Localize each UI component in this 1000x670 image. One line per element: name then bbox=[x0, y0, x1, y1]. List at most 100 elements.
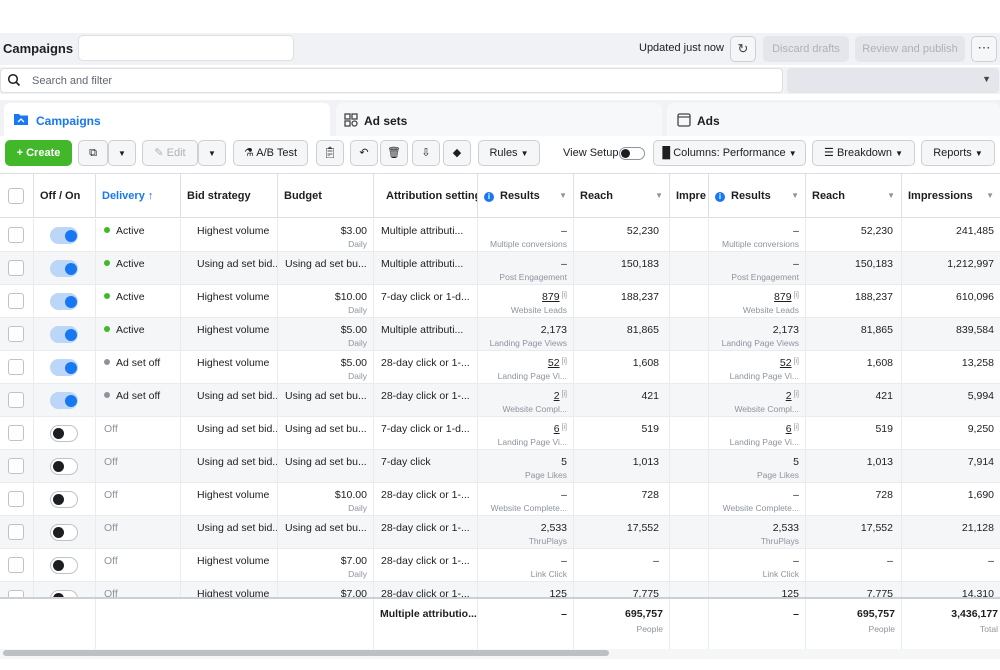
delivery-status: Off bbox=[104, 522, 118, 534]
results-2-cell-number[interactable]: 879 bbox=[774, 291, 792, 303]
select-cell bbox=[0, 219, 34, 252]
table-row[interactable]: Off Using ad set bid... Using ad set bu...… bbox=[0, 516, 1000, 549]
on-off-toggle[interactable] bbox=[50, 260, 78, 277]
results-2-cell-value: 5 bbox=[793, 456, 799, 468]
row-checkbox[interactable] bbox=[8, 458, 24, 474]
refresh-button[interactable]: ↻ bbox=[730, 36, 756, 62]
row-checkbox[interactable] bbox=[8, 326, 24, 342]
results-2-cell-number: – bbox=[793, 258, 799, 270]
results-cell-type: ThruPlays bbox=[528, 536, 567, 546]
table-row[interactable]: Off Highest volume $10.00 Daily 28-day click… bbox=[0, 483, 1000, 516]
on-off-toggle[interactable] bbox=[50, 227, 78, 244]
table-row[interactable]: Active Highest volume $10.00 Daily 7-day cli… bbox=[0, 285, 1000, 318]
create-button[interactable]: + Create bbox=[5, 140, 72, 166]
col-impressions[interactable]: Impressions ▼ bbox=[902, 174, 1000, 218]
scrollbar-thumb[interactable] bbox=[3, 650, 609, 656]
col-results-2[interactable]: i Results ▼ bbox=[709, 174, 806, 218]
horizontal-scrollbar[interactable] bbox=[0, 649, 1000, 659]
on-off-toggle[interactable] bbox=[50, 359, 78, 376]
view-setup-toggle[interactable] bbox=[619, 147, 645, 160]
edit-button[interactable]: ✎ Edit bbox=[142, 140, 198, 166]
more-options-button[interactable]: ⋯ bbox=[971, 36, 997, 62]
search-input[interactable]: Search and filter bbox=[0, 68, 783, 93]
row-checkbox[interactable] bbox=[8, 590, 24, 597]
col-reach[interactable]: Reach ▼ bbox=[574, 174, 670, 218]
row-checkbox[interactable] bbox=[8, 491, 24, 507]
row-checkbox[interactable] bbox=[8, 557, 24, 573]
results-2-cell: 5 Page Likes bbox=[709, 450, 806, 483]
col-delivery[interactable]: Delivery ↑ bbox=[96, 174, 181, 218]
row-checkbox[interactable] bbox=[8, 227, 24, 243]
bid-strategy-cell: Using ad set bid... bbox=[181, 384, 278, 417]
export-button[interactable]: ⇩ bbox=[412, 140, 440, 166]
results-cell-value: – bbox=[561, 555, 567, 567]
on-off-toggle[interactable] bbox=[50, 458, 78, 475]
edit-dropdown[interactable]: ▼ bbox=[198, 140, 226, 166]
row-checkbox[interactable] bbox=[8, 260, 24, 276]
results-2-cell-number[interactable]: 2 bbox=[786, 390, 792, 402]
clipboard-button[interactable]: 📋︎ bbox=[316, 140, 344, 166]
results-2-cell-value: 2,533 bbox=[773, 522, 799, 534]
delivery-label: Ad set off bbox=[116, 390, 161, 402]
tab-ads[interactable]: Ads bbox=[667, 103, 1000, 136]
col-impressions-truncated[interactable]: Impre bbox=[670, 174, 709, 218]
table-row[interactable]: Off Using ad set bid... Using ad set bu...… bbox=[0, 450, 1000, 483]
chevron-down-icon: ▼ bbox=[118, 149, 126, 158]
col-results[interactable]: i Results ▼ bbox=[478, 174, 574, 218]
reports-button[interactable]: Reports ▼ bbox=[921, 140, 995, 166]
on-off-toggle[interactable] bbox=[50, 425, 78, 442]
on-off-toggle[interactable] bbox=[50, 524, 78, 541]
on-off-toggle[interactable] bbox=[50, 491, 78, 508]
table-row[interactable]: Off Using ad set bid... Using ad set bu...… bbox=[0, 417, 1000, 450]
review-publish-button[interactable]: Review and publish bbox=[855, 36, 965, 62]
results-cell: 2 [i] Website Compl... bbox=[478, 384, 574, 417]
row-checkbox[interactable] bbox=[8, 425, 24, 441]
table-row[interactable]: Off Highest volume $7.00 Daily 28-day click … bbox=[0, 549, 1000, 582]
col-reach-2[interactable]: Reach ▼ bbox=[806, 174, 902, 218]
tag-button[interactable]: ◆ bbox=[443, 140, 471, 166]
on-off-toggle[interactable] bbox=[50, 590, 78, 597]
results-cell-number[interactable]: 52 bbox=[548, 357, 560, 369]
ab-test-button[interactable]: ⚗ A/B Test bbox=[233, 140, 308, 166]
on-off-toggle[interactable] bbox=[50, 392, 78, 409]
row-checkbox[interactable] bbox=[8, 293, 24, 309]
results-cell-number[interactable]: 879 bbox=[542, 291, 560, 303]
tab-campaigns[interactable]: Campaigns bbox=[4, 103, 330, 136]
campaign-name-field[interactable] bbox=[78, 35, 294, 61]
select-all-checkbox[interactable] bbox=[8, 188, 24, 204]
col-bid-strategy[interactable]: Bid strategy bbox=[181, 174, 278, 218]
row-checkbox[interactable] bbox=[8, 392, 24, 408]
row-checkbox[interactable] bbox=[8, 359, 24, 375]
duplicate-dropdown[interactable]: ▼ bbox=[108, 140, 136, 166]
table-row[interactable]: Active Using ad set bid... Using ad set bu… bbox=[0, 252, 1000, 285]
duplicate-button[interactable]: ⧉ bbox=[78, 140, 108, 166]
reach-cell: 188,237 bbox=[574, 285, 670, 318]
results-cell-number[interactable]: 6 bbox=[554, 423, 560, 435]
search-icon bbox=[7, 73, 21, 87]
table-row[interactable]: Ad set off Highest volume $5.00 Daily 28-day… bbox=[0, 351, 1000, 384]
table-row[interactable]: Off Highest volume $7.00 28-day click or 1-… bbox=[0, 582, 1000, 597]
breakdown-button[interactable]: ☰ Breakdown ▼ bbox=[812, 140, 915, 166]
on-off-toggle[interactable] bbox=[50, 326, 78, 343]
col-attribution[interactable]: Attribution setting bbox=[374, 174, 478, 218]
discard-drafts-button[interactable]: Discard drafts bbox=[763, 36, 849, 62]
results-cell-number[interactable]: 2 bbox=[554, 390, 560, 402]
rules-button[interactable]: Rules ▼ bbox=[478, 140, 540, 166]
undo-button[interactable]: ↶ bbox=[350, 140, 378, 166]
on-off-toggle[interactable] bbox=[50, 557, 78, 574]
columns-button[interactable]: █ Columns: Performance ▼ bbox=[653, 140, 806, 166]
col-budget[interactable]: Budget bbox=[278, 174, 374, 218]
results-2-cell-number[interactable]: 52 bbox=[780, 357, 792, 369]
date-range-select[interactable]: ▼ bbox=[787, 68, 999, 93]
table-row[interactable]: Active Highest volume $5.00 Daily Multiple a… bbox=[0, 318, 1000, 351]
results-2-cell-number[interactable]: 6 bbox=[786, 423, 792, 435]
tab-ad-sets[interactable]: Ad sets bbox=[336, 103, 662, 136]
table-row[interactable]: Ad set off Using ad set bid... Using ad se… bbox=[0, 384, 1000, 417]
row-checkbox[interactable] bbox=[8, 524, 24, 540]
reach-cell: 1,608 bbox=[574, 351, 670, 384]
table-row[interactable]: Active Highest volume $3.00 Daily Multiple a… bbox=[0, 219, 1000, 252]
col-off-on[interactable]: Off / On bbox=[34, 174, 96, 218]
on-off-toggle[interactable] bbox=[50, 293, 78, 310]
impressions-cell-truncated bbox=[670, 219, 709, 252]
delete-button[interactable]: 🗑︎ bbox=[380, 140, 408, 166]
